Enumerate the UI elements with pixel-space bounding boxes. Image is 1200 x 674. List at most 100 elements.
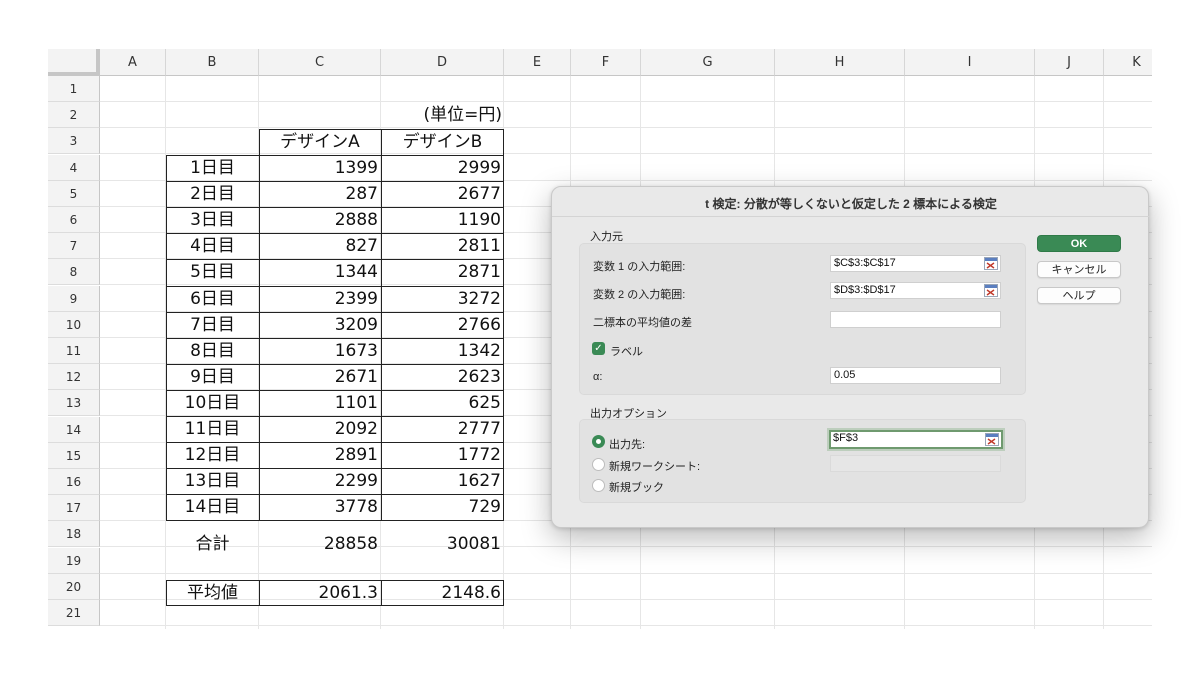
design-a-value[interactable]: 2399	[259, 286, 381, 312]
design-a-value[interactable]: 1344	[259, 259, 381, 285]
design-b-value[interactable]: 1342	[381, 338, 504, 364]
day-label[interactable]: 1日目	[166, 155, 259, 181]
range-select-icon[interactable]	[984, 284, 998, 297]
day-label[interactable]: 8日目	[166, 338, 259, 364]
design-b-value[interactable]: 2811	[381, 233, 504, 259]
day-label[interactable]: 4日目	[166, 233, 259, 259]
day-label[interactable]: 13日目	[166, 468, 259, 494]
design-b-value[interactable]: 625	[381, 390, 504, 416]
day-label[interactable]: 11日目	[166, 416, 259, 442]
column-header[interactable]: H	[775, 49, 905, 76]
row-header[interactable]: 10	[48, 311, 100, 338]
header-design-a[interactable]: デザインA	[259, 129, 381, 155]
design-a-value[interactable]: 2671	[259, 364, 381, 390]
design-a-value[interactable]: 2299	[259, 468, 381, 494]
design-a-value[interactable]: 1399	[259, 155, 381, 181]
design-a-value[interactable]: 2888	[259, 207, 381, 233]
design-b-value[interactable]: 2777	[381, 416, 504, 442]
average-label[interactable]: 平均値	[166, 580, 259, 606]
average-design-b[interactable]: 2148.6	[381, 580, 504, 606]
column-header[interactable]: A	[100, 49, 166, 76]
day-label[interactable]: 2日目	[166, 181, 259, 207]
day-label[interactable]: 12日目	[166, 442, 259, 468]
row-header[interactable]: 21	[48, 600, 100, 626]
day-label[interactable]: 10日目	[166, 390, 259, 416]
total-label[interactable]: 合計	[166, 531, 259, 557]
design-b-value[interactable]: 1772	[381, 442, 504, 468]
var2-range-field[interactable]: $D$3:$D$17	[830, 282, 1001, 299]
design-b-value[interactable]: 2677	[381, 181, 504, 207]
row-header[interactable]: 20	[48, 573, 100, 600]
design-a-value[interactable]: 1673	[259, 338, 381, 364]
row-header[interactable]: 7	[48, 233, 100, 260]
total-design-a[interactable]: 28858	[259, 531, 381, 557]
row-header[interactable]: 12	[48, 364, 100, 391]
alpha-field[interactable]: 0.05	[830, 367, 1001, 384]
row-header[interactable]: 5	[48, 180, 100, 207]
new-sheet-name-field[interactable]	[830, 455, 1001, 472]
design-b-value[interactable]: 2623	[381, 364, 504, 390]
design-a-value[interactable]: 827	[259, 233, 381, 259]
row-header[interactable]: 6	[48, 207, 100, 233]
var1-range-field[interactable]: $C$3:$C$17	[830, 255, 1001, 272]
design-b-value[interactable]: 2871	[381, 259, 504, 285]
design-b-value[interactable]: 3272	[381, 286, 504, 312]
design-a-value[interactable]: 2891	[259, 442, 381, 468]
design-a-value[interactable]: 1101	[259, 390, 381, 416]
row-header[interactable]: 8	[48, 259, 100, 286]
output-range-radio[interactable]	[592, 435, 605, 448]
design-a-value[interactable]: 287	[259, 181, 381, 207]
row-header[interactable]: 3	[48, 128, 100, 155]
range-select-icon[interactable]	[985, 433, 999, 446]
column-header[interactable]: F	[571, 49, 641, 76]
new-sheet-radio[interactable]	[592, 458, 605, 471]
unit-label[interactable]: (単位=円)	[381, 102, 504, 128]
design-b-value[interactable]: 2999	[381, 155, 504, 181]
help-button[interactable]: ヘルプ	[1037, 287, 1121, 304]
column-header[interactable]: G	[641, 49, 775, 76]
row-header[interactable]: 4	[48, 154, 100, 181]
row-header[interactable]: 14	[48, 416, 100, 443]
labels-checkbox[interactable]: ✓	[592, 342, 605, 355]
select-all-corner[interactable]	[48, 49, 100, 76]
design-b-value[interactable]: 1190	[381, 207, 504, 233]
column-header[interactable]: K	[1104, 49, 1152, 76]
row-header[interactable]: 9	[48, 285, 100, 312]
day-label[interactable]: 9日目	[166, 364, 259, 390]
design-a-value[interactable]: 3209	[259, 312, 381, 338]
design-b-value[interactable]: 2766	[381, 312, 504, 338]
column-header[interactable]: C	[259, 49, 381, 76]
new-book-radio[interactable]	[592, 479, 605, 492]
column-header[interactable]: B	[166, 49, 259, 76]
row-header[interactable]: 17	[48, 495, 100, 522]
column-header[interactable]: I	[905, 49, 1035, 76]
design-b-value[interactable]: 729	[381, 494, 504, 520]
mean-diff-field[interactable]	[830, 311, 1001, 328]
row-header[interactable]: 13	[48, 390, 100, 417]
average-design-a[interactable]: 2061.3	[259, 580, 381, 606]
row-header[interactable]: 18	[48, 521, 100, 548]
row-header[interactable]: 11	[48, 338, 100, 364]
day-label[interactable]: 14日目	[166, 494, 259, 520]
design-b-value[interactable]: 1627	[381, 468, 504, 494]
header-design-b[interactable]: デザインB	[381, 129, 504, 155]
column-header[interactable]: E	[504, 49, 571, 76]
row-header[interactable]: 19	[48, 547, 100, 574]
day-label[interactable]: 5日目	[166, 259, 259, 285]
total-design-b[interactable]: 30081	[381, 531, 504, 557]
ok-button[interactable]: OK	[1037, 235, 1121, 252]
output-range-field[interactable]: $F$3	[829, 430, 1003, 449]
row-header[interactable]: 1	[48, 76, 100, 102]
day-label[interactable]: 7日目	[166, 312, 259, 338]
range-select-icon[interactable]	[984, 257, 998, 270]
column-header[interactable]: J	[1035, 49, 1104, 76]
row-header[interactable]: 15	[48, 442, 100, 469]
column-header[interactable]: D	[381, 49, 504, 76]
day-label[interactable]: 6日目	[166, 286, 259, 312]
cancel-button[interactable]: キャンセル	[1037, 261, 1121, 278]
day-label[interactable]: 3日目	[166, 207, 259, 233]
row-header[interactable]: 16	[48, 469, 100, 495]
row-header[interactable]: 2	[48, 102, 100, 129]
design-a-value[interactable]: 2092	[259, 416, 381, 442]
design-a-value[interactable]: 3778	[259, 494, 381, 520]
